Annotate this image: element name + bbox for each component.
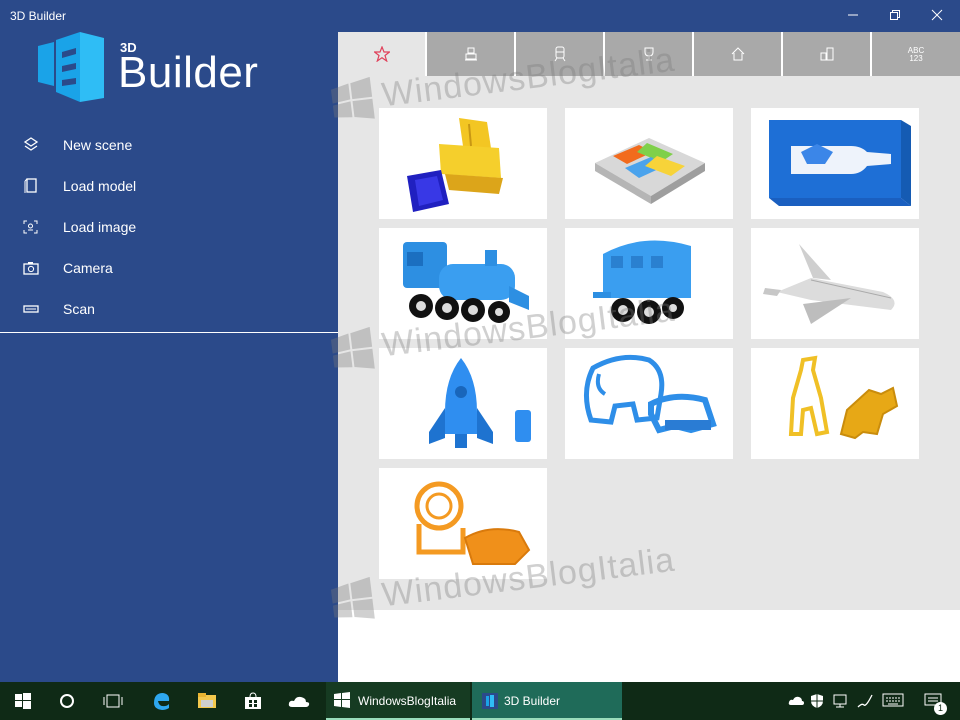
menu-item-load-image[interactable]: Load image — [0, 206, 338, 247]
task-view-button[interactable] — [90, 682, 136, 720]
windows-start-icon — [15, 693, 31, 709]
tab-city[interactable] — [783, 32, 870, 76]
keyboard-icon[interactable] — [882, 693, 904, 707]
menu-item-label: Camera — [63, 260, 113, 276]
menu-item-camera[interactable]: Camera — [0, 247, 338, 288]
tab-favorites[interactable] — [338, 32, 425, 76]
letters-label-bottom: 123 — [909, 54, 923, 63]
cortana-icon — [60, 694, 74, 708]
edge-icon — [154, 693, 170, 710]
model-tile-giraffe-cutter[interactable] — [751, 348, 919, 459]
sidebar: 3D Builder New scene Load model Load ima… — [0, 32, 338, 682]
windows-logo-icon — [334, 692, 350, 708]
title-bar: 3D Builder — [0, 0, 960, 32]
close-icon — [931, 9, 943, 21]
menu-item-label: Scan — [63, 301, 95, 317]
taskbar-app-label: WindowsBlogItalia — [358, 694, 457, 708]
new-scene-icon — [23, 137, 39, 151]
menu-item-scan[interactable]: Scan — [0, 288, 338, 329]
file-explorer-button[interactable] — [184, 682, 230, 720]
onedrive-tray-icon[interactable] — [788, 693, 804, 707]
close-button[interactable] — [914, 0, 960, 32]
notification-badge: 1 — [934, 702, 947, 715]
store-icon — [245, 692, 261, 709]
menu-item-label: Load model — [63, 178, 137, 194]
model-tile-bottle-mold[interactable] — [751, 108, 919, 219]
minimize-icon — [848, 14, 858, 16]
edge-button[interactable] — [138, 682, 184, 720]
maximize-button[interactable] — [872, 0, 918, 32]
window-title: 3D Builder — [10, 9, 67, 23]
system-tray: 1 — [784, 682, 960, 720]
restore-icon — [890, 10, 900, 20]
watermark-logo-icon — [330, 76, 375, 119]
star-icon — [373, 46, 390, 62]
model-tile-elephant-cutter[interactable] — [565, 348, 733, 459]
bulldozer-model-image — [407, 118, 503, 212]
taskbar: WindowsBlogItalia 3D Builder 1 — [0, 682, 960, 720]
3d-builder-icon — [482, 693, 498, 709]
model-tile-windows-tray[interactable] — [565, 108, 733, 219]
buildings-icon — [820, 47, 833, 61]
tab-home[interactable] — [694, 32, 781, 76]
load-model-icon — [24, 178, 37, 193]
menu-divider — [0, 332, 338, 333]
bottle-mold-model-image — [769, 120, 911, 206]
space-shuttle-model-image — [763, 244, 895, 324]
folder-icon — [198, 693, 216, 708]
windows-tray-model-image — [595, 138, 705, 204]
logo-name: Builder — [118, 48, 259, 97]
taskbar-app-label: 3D Builder — [504, 694, 561, 708]
camera-icon — [23, 262, 39, 275]
app-logo: 3D Builder — [32, 32, 272, 107]
main-menu: New scene Load model Load image Camera S… — [0, 124, 338, 329]
load-image-icon — [23, 220, 38, 234]
house-icon — [731, 47, 744, 61]
taskbar-app-windowsblogitalia[interactable]: WindowsBlogItalia — [326, 682, 470, 720]
network-icon[interactable] — [832, 693, 848, 709]
scan-icon — [23, 305, 39, 313]
elephant-cutter-model-image — [584, 354, 717, 434]
robot-icon — [464, 47, 477, 61]
letters-tab-label: ABC 123 — [872, 47, 960, 63]
pen-icon[interactable] — [856, 693, 874, 709]
cortana-button[interactable] — [44, 682, 90, 720]
menu-item-label: New scene — [63, 137, 133, 153]
builder-logo-icon — [38, 32, 104, 102]
menu-item-label: Load image — [63, 219, 137, 235]
minimize-button[interactable] — [830, 0, 876, 32]
taskbar-app-3d-builder[interactable]: 3D Builder — [472, 682, 622, 720]
task-view-icon — [103, 694, 123, 708]
giraffe-cutter-model-image — [788, 355, 899, 440]
onedrive-button[interactable] — [276, 682, 322, 720]
store-button[interactable] — [230, 682, 276, 720]
shield-icon[interactable] — [810, 693, 824, 709]
model-tile-bulldozer[interactable] — [379, 108, 547, 219]
menu-item-load-model[interactable]: Load model — [0, 165, 338, 206]
onedrive-icon — [288, 696, 310, 707]
menu-item-new-scene[interactable]: New scene — [0, 124, 338, 165]
tab-letters[interactable]: ABC 123 — [872, 32, 960, 76]
model-tile-space-shuttle[interactable] — [751, 228, 919, 339]
watermark-logo-icon — [330, 576, 375, 619]
start-button[interactable] — [0, 682, 46, 720]
watermark-logo-icon — [330, 326, 375, 369]
main-area: ABC 123 WindowsBlogItalia WindowsBlogIta… — [330, 32, 960, 682]
